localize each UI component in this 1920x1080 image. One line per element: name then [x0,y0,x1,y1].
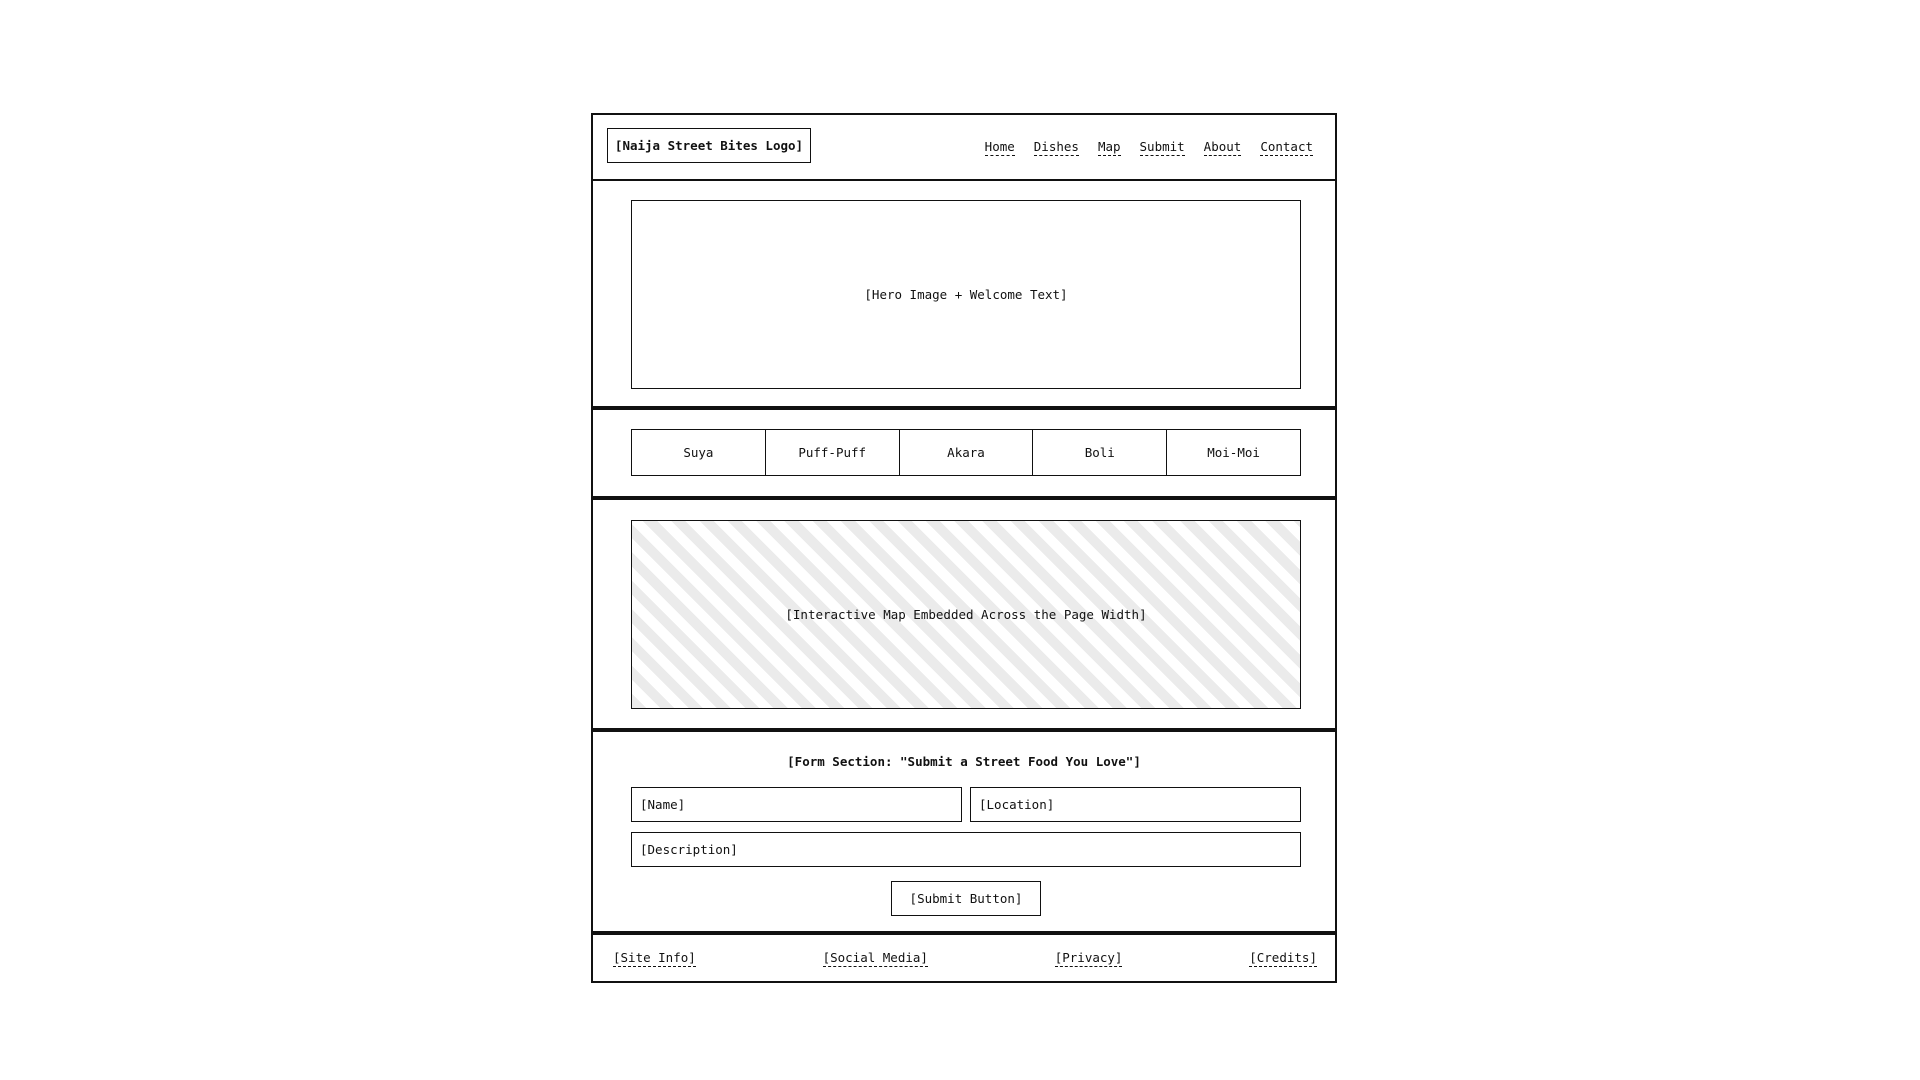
dish-tab-puff-puff[interactable]: Puff-Puff [764,429,900,476]
name-field[interactable] [631,787,962,822]
dish-tab-boli[interactable]: Boli [1032,429,1168,476]
nav-link-dishes[interactable]: Dishes [1033,139,1079,156]
nav-link-submit[interactable]: Submit [1139,139,1185,156]
location-field[interactable] [970,787,1301,822]
main-nav: Home Dishes Map Submit About Contact [966,139,1313,156]
footer-link-credits[interactable]: [Credits] [1249,950,1317,967]
nav-link-about[interactable]: About [1203,139,1242,156]
footer-link-privacy[interactable]: [Privacy] [1054,950,1123,967]
nav-link-map[interactable]: Map [1097,139,1121,156]
submit-form-section: [Form Section: "Submit a Street Food You… [593,732,1335,935]
form-title: [Form Section: "Submit a Street Food You… [787,754,1141,769]
hero-image-placeholder: [Hero Image + Welcome Text] [631,200,1301,389]
dishes-section: Suya Puff-Puff Akara Boli Moi-Moi [593,410,1335,500]
dish-tabs: Suya Puff-Puff Akara Boli Moi-Moi [631,429,1301,476]
hero-section: [Hero Image + Welcome Text] [593,181,1335,410]
interactive-map-placeholder[interactable]: [Interactive Map Embedded Across the Pag… [631,520,1301,709]
dish-tab-suya[interactable]: Suya [631,429,766,476]
description-field[interactable] [631,832,1301,867]
footer-link-social-media[interactable]: [Social Media] [822,950,928,967]
site-logo[interactable]: [Naija Street Bites Logo] [607,128,811,163]
dish-tab-moi-moi[interactable]: Moi-Moi [1166,429,1301,476]
site-footer: [Site Info] [Social Media] [Privacy] [Cr… [593,935,1335,981]
dish-tab-akara[interactable]: Akara [898,429,1034,476]
map-placeholder-label: [Interactive Map Embedded Across the Pag… [785,607,1147,622]
footer-links: [Site Info] [Social Media] [Privacy] [Cr… [613,950,1317,967]
nav-link-home[interactable]: Home [984,139,1015,156]
page-wireframe: [Naija Street Bites Logo] Home Dishes Ma… [591,113,1337,983]
footer-link-site-info[interactable]: [Site Info] [613,950,696,967]
map-section: [Interactive Map Embedded Across the Pag… [593,500,1335,732]
submit-button[interactable]: [Submit Button] [891,881,1041,916]
site-header: [Naija Street Bites Logo] Home Dishes Ma… [593,115,1335,181]
nav-link-contact[interactable]: Contact [1260,139,1313,156]
